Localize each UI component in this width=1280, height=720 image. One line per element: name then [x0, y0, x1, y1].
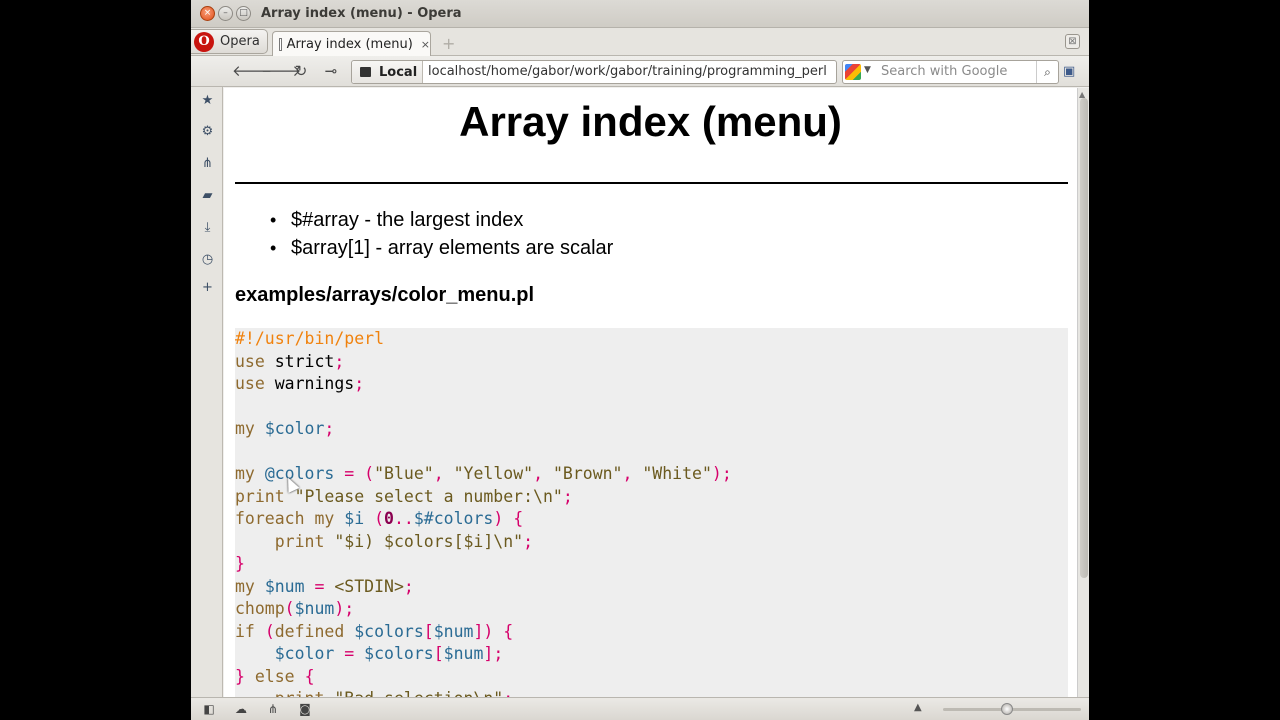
- notes-icon[interactable]: ▰: [199, 187, 216, 204]
- tab-label: Array index (menu): [286, 36, 413, 52]
- unite-status-icon[interactable]: ⋔: [265, 701, 281, 717]
- code-line: foreach my $i (0..$#colors) {: [235, 509, 524, 528]
- page-title: Array index (menu): [459, 98, 842, 145]
- status-bar: ◧ ☁ ⋔ ◙ ▲: [191, 697, 1089, 720]
- closed-tabs-button[interactable]: ⊠: [1065, 34, 1080, 49]
- address-toolbar: 🡐 🡒 ↻ ⊸ Local localhost/home/gabor/work/…: [191, 56, 1089, 87]
- browser-window: × – □ Array index (menu) - Opera O Opera…: [191, 0, 1089, 720]
- site-badge-label: Local: [379, 64, 418, 80]
- title-bar: × – □ Array index (menu) - Opera: [191, 0, 1089, 28]
- minimize-window-button[interactable]: –: [218, 6, 233, 21]
- page-icon: [279, 37, 282, 51]
- google-search-engine-icon[interactable]: [845, 64, 861, 80]
- zoom-slider-handle[interactable]: [1001, 703, 1013, 715]
- heading-divider: [235, 182, 1068, 184]
- page-content: Array index (menu) $#array - the largest…: [224, 88, 1077, 697]
- code-line: if (defined $colors[$num]) {: [235, 621, 514, 641]
- forward-button[interactable]: 🡒: [261, 61, 301, 81]
- url-text[interactable]: localhost/home/gabor/work/gabor/training…: [428, 64, 834, 79]
- opera-menu-label: Opera: [220, 34, 260, 49]
- tab-bar: O Opera Array index (menu) × + ⊠: [191, 28, 1089, 56]
- code-line: use strict;: [235, 351, 345, 371]
- code-line: } else {: [235, 666, 315, 686]
- code-line: }: [235, 554, 245, 573]
- list-item: $array[1] - array elements are scalar: [270, 235, 613, 263]
- search-placeholder: Search with Google: [881, 64, 1008, 79]
- window-controls: × – □: [200, 6, 251, 21]
- address-field[interactable]: Local localhost/home/gabor/work/gabor/tr…: [351, 60, 837, 84]
- tab-array-index[interactable]: Array index (menu) ×: [272, 31, 431, 56]
- code-line: print "Bad selection\n";: [235, 688, 513, 697]
- background-right: [1089, 0, 1280, 720]
- list-item: $#array - the largest index: [270, 207, 613, 235]
- extensions-icon[interactable]: ▣: [1063, 64, 1079, 79]
- settings-icon[interactable]: ⚙: [199, 123, 216, 140]
- wand-key-button[interactable]: ⊸: [321, 61, 341, 81]
- panel-toggle-icon[interactable]: ◧: [201, 701, 217, 717]
- new-tab-button[interactable]: +: [442, 34, 455, 53]
- downloads-icon[interactable]: ⤓: [199, 219, 216, 236]
- opera-logo-icon: O: [194, 31, 214, 52]
- bullet-list: $#array - the largest index $array[1] - …: [270, 207, 613, 263]
- code-line: use warnings;: [235, 374, 365, 393]
- code-line: chomp($num);: [235, 599, 355, 618]
- add-panel-icon[interactable]: +: [199, 279, 216, 296]
- tab-close-icon[interactable]: ×: [421, 38, 430, 51]
- search-field[interactable]: ▼ Search with Google ⌕: [842, 60, 1059, 84]
- code-block: #!/usr/bin/perl use strict; use warnings…: [235, 328, 1068, 697]
- scroll-thumb[interactable]: [1080, 98, 1088, 578]
- reload-button[interactable]: ↻: [291, 61, 311, 81]
- opera-menu-button[interactable]: O Opera: [191, 29, 268, 54]
- zoom-menu-icon[interactable]: ▲: [914, 702, 922, 713]
- code-line: print "$i) $colors[$i]\n";: [274, 531, 534, 551]
- history-icon[interactable]: ◷: [199, 251, 216, 268]
- chevron-down-icon[interactable]: ▼: [864, 65, 871, 75]
- turbo-icon[interactable]: ☁: [233, 701, 249, 717]
- images-icon[interactable]: ◙: [297, 701, 313, 717]
- code-line: my $color;: [235, 419, 335, 438]
- code-line: my @colors = ("Blue", "Yellow", "Brown",…: [235, 464, 732, 483]
- bookmarks-icon[interactable]: ★: [199, 92, 216, 109]
- file-heading: examples/arrays/color_menu.pl: [235, 284, 535, 306]
- code-line: my $num = <STDIN>;: [235, 576, 414, 596]
- close-window-button[interactable]: ×: [200, 6, 215, 21]
- side-panel: ★ ⚙ ⋔ ▰ ⤓ ◷ +: [191, 87, 223, 697]
- background-left: [0, 0, 191, 720]
- maximize-window-button[interactable]: □: [236, 6, 251, 21]
- site-badge[interactable]: Local: [352, 61, 423, 83]
- local-site-icon: [360, 67, 371, 77]
- vertical-scrollbar[interactable]: ▲: [1077, 88, 1089, 697]
- code-line: $color = $colors[$num];: [274, 644, 504, 663]
- unite-icon[interactable]: ⋔: [199, 155, 216, 172]
- code-line: #!/usr/bin/perl: [235, 329, 385, 348]
- search-icon[interactable]: ⌕: [1036, 61, 1058, 83]
- back-button[interactable]: 🡐: [232, 61, 272, 81]
- window-title: Array index (menu) - Opera: [261, 6, 462, 21]
